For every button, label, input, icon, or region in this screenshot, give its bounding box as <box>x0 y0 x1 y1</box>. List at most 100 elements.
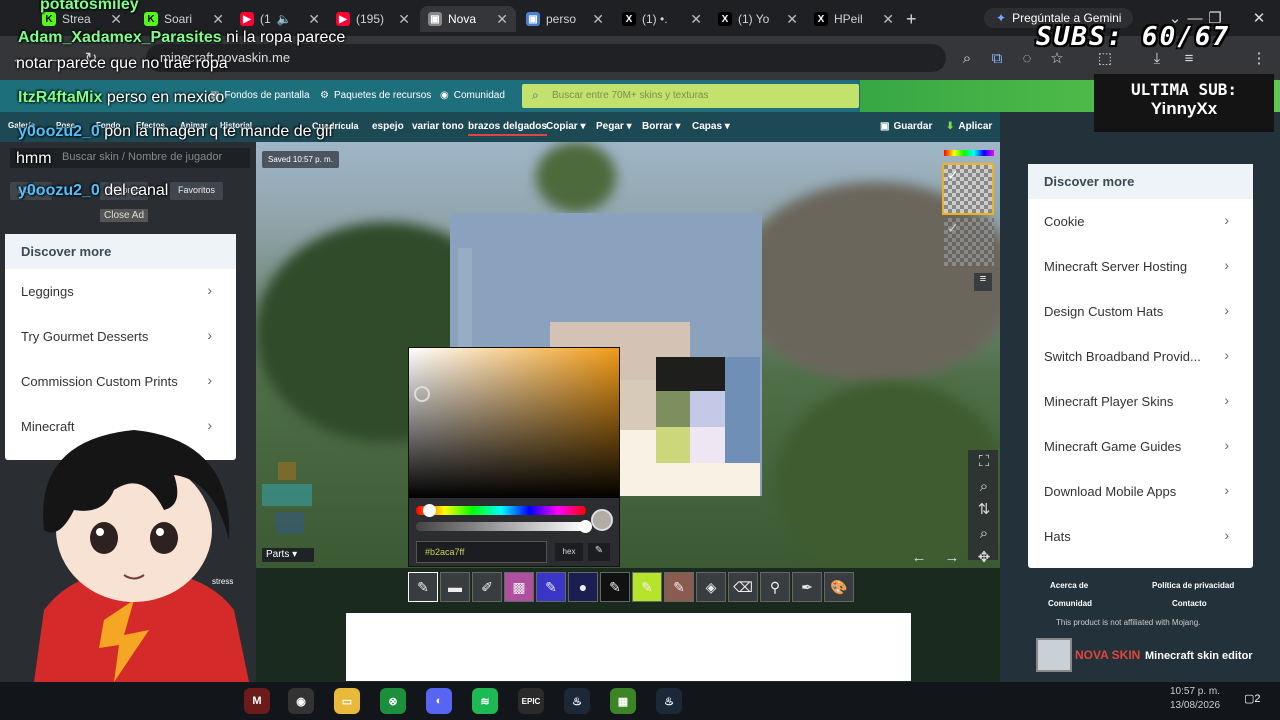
close-icon[interactable]: ✕ <box>308 11 320 28</box>
nav-community[interactable]: ◉ Comunidad <box>440 90 505 101</box>
hex-mode-button[interactable]: hex <box>555 543 583 561</box>
hue-slider[interactable] <box>416 506 586 515</box>
discover-item[interactable]: Switch Broadband Provid... › <box>1028 334 1253 379</box>
cast-icon[interactable]: ⧉ <box>988 49 1006 67</box>
menu-icon[interactable]: ⋮ <box>1250 49 1268 67</box>
arrow-right-icon[interactable]: → <box>943 548 961 566</box>
eyedropper-tool[interactable]: ✒ <box>792 572 822 602</box>
burn-tool[interactable]: ✎ <box>600 572 630 602</box>
steam-icon[interactable]: ♨ <box>564 688 590 714</box>
pencil-tool[interactable]: ✎ <box>408 572 438 602</box>
discover-item[interactable]: Design Custom Hats › <box>1028 289 1253 334</box>
move-icon[interactable]: ✥ <box>975 548 993 566</box>
fill-tool[interactable]: ◈ <box>696 572 726 602</box>
eyedropper-button[interactable]: ✎ <box>588 543 610 561</box>
line-tool[interactable]: ▬ <box>440 572 470 602</box>
tab-favorites[interactable]: Favoritos <box>170 182 224 200</box>
footer-link-privacy[interactable]: Política de privacidad <box>1152 581 1234 590</box>
hue-handle[interactable] <box>423 504 436 517</box>
new-tab-button[interactable]: + <box>906 9 917 30</box>
nav-wallpapers[interactable]: ▦ Fondos de pantalla <box>210 90 310 101</box>
discover-item[interactable]: Cookie › <box>1028 199 1253 244</box>
discover-item[interactable]: Commission Custom Prints › <box>5 359 236 404</box>
darken-tool[interactable]: ● <box>568 572 598 602</box>
discover-item[interactable]: Minecraft Game Guides › <box>1028 424 1253 469</box>
color-cursor[interactable] <box>414 386 430 402</box>
layers-menu-button[interactable]: ≡ <box>974 273 992 291</box>
palette-tool[interactable]: 🎨 <box>824 572 854 602</box>
close-icon[interactable]: ✕ <box>592 11 604 28</box>
mihoyo-icon[interactable]: M <box>244 688 270 714</box>
toolbar-paste[interactable]: Pegar ▾ <box>596 121 632 132</box>
close-icon[interactable]: ✕ <box>496 11 508 28</box>
xbox-icon[interactable]: ⊗ <box>380 688 406 714</box>
tab-x-1[interactable]: X (1) •. ✕ <box>614 6 710 32</box>
layer-color-strip <box>944 150 994 156</box>
footer-link-community[interactable]: Comunidad <box>1048 599 1092 608</box>
parts-select[interactable]: Parts ▾ <box>262 548 314 562</box>
obs-icon[interactable]: ◉ <box>288 688 314 714</box>
site-search-input[interactable]: ⌕ Buscar entre 70M+ skins y texturas <box>522 84 859 108</box>
close-icon[interactable]: ✕ <box>398 11 410 28</box>
saturation-value-area[interactable] <box>409 348 619 498</box>
footer-link-contact[interactable]: Contacto <box>1172 599 1207 608</box>
close-icon[interactable]: ✕ <box>786 11 798 28</box>
nav-resource-packs[interactable]: ⚙ Paquetes de recursos <box>320 90 431 101</box>
close-icon[interactable]: ✕ <box>690 11 702 28</box>
notification-badge[interactable]: ▢2 <box>1244 692 1262 710</box>
steam-icon[interactable]: ♨ <box>656 688 682 714</box>
layer-thumbnail-active[interactable]: ✓ <box>942 163 994 215</box>
zoom-icon[interactable]: ⌕ <box>958 49 976 67</box>
hex-color-input[interactable]: #b2aca7ff <box>416 541 547 563</box>
eraser-tool[interactable]: ⌫ <box>728 572 758 602</box>
alpha-handle[interactable] <box>579 520 592 533</box>
toolbar-hue[interactable]: variar tono <box>412 121 464 132</box>
discover-item[interactable]: Hats › <box>1028 514 1253 559</box>
discover-item[interactable]: Try Gourmet Desserts › <box>5 314 236 359</box>
gradient-tool[interactable]: ▩ <box>504 572 534 602</box>
discover-item[interactable]: Minecraft Player Skins › <box>1028 379 1253 424</box>
close-window-button[interactable]: ✕ <box>1250 9 1268 27</box>
layer-thumbnail[interactable]: ✓ <box>944 218 994 266</box>
save-button[interactable]: ▣ Guardar <box>880 121 932 132</box>
part-legs[interactable] <box>276 512 304 534</box>
arrow-left-icon[interactable]: ← <box>910 548 928 566</box>
tab-perso[interactable]: ▣ perso ✕ <box>518 6 612 32</box>
close-icon[interactable]: ✕ <box>212 11 224 28</box>
swap-icon[interactable]: ⇅ <box>975 500 993 518</box>
stamp-tool[interactable]: ⚲ <box>760 572 790 602</box>
noise-tool[interactable]: ✎ <box>536 572 566 602</box>
tab-novaskin[interactable]: ▣ Nova ✕ <box>420 6 516 32</box>
minecraft-icon[interactable]: ▦ <box>610 688 636 714</box>
toolbar-mirror[interactable]: espejo <box>372 121 404 132</box>
discover-item[interactable]: Download Mobile Apps › <box>1028 469 1253 514</box>
toolbar-copy[interactable]: Copiar ▾ <box>546 121 585 132</box>
discover-item[interactable]: Minecraft Server Hosting › <box>1028 244 1253 289</box>
zoom-in-icon[interactable]: ⌕ <box>975 477 993 495</box>
hide-icon[interactable]: ◌ <box>1018 49 1036 67</box>
alpha-slider[interactable] <box>416 522 586 531</box>
close-ad-button[interactable]: Close Ad <box>100 209 149 222</box>
toolbar-slim-arms[interactable]: brazos delgados <box>468 121 547 136</box>
url-bar[interactable]: minecraft.novaskin.me <box>146 44 946 72</box>
toolbar-erase[interactable]: Borrar ▾ <box>642 121 680 132</box>
lighten-tool[interactable]: ✎ <box>632 572 662 602</box>
part-body[interactable] <box>262 484 312 506</box>
fullscreen-icon[interactable]: ⛶ <box>975 452 993 470</box>
spotify-icon[interactable]: ≋ <box>472 688 498 714</box>
apply-button[interactable]: ⬇ Aplicar <box>946 121 992 132</box>
footer-link-about[interactable]: Acerca de <box>1050 581 1088 590</box>
zoom-out-icon[interactable]: ⌕ <box>975 524 993 542</box>
epic-games-icon[interactable]: EPIC <box>518 688 544 714</box>
folder-icon[interactable]: ▭ <box>334 688 360 714</box>
tab-x-2[interactable]: X (1) Yo ✕ <box>710 6 806 32</box>
close-icon[interactable]: ✕ <box>882 11 894 28</box>
part-head[interactable] <box>278 462 296 480</box>
toolbar-layers[interactable]: Capas ▾ <box>692 121 730 132</box>
search-icon: ⌕ <box>532 88 539 102</box>
brush-tool[interactable]: ✐ <box>472 572 502 602</box>
discord-icon[interactable]: ◐ <box>426 688 452 714</box>
tab-x-3[interactable]: X HPeil ✕ <box>806 6 902 32</box>
dodge-tool[interactable]: ✎ <box>664 572 694 602</box>
discover-item[interactable]: Leggings › <box>5 269 236 314</box>
